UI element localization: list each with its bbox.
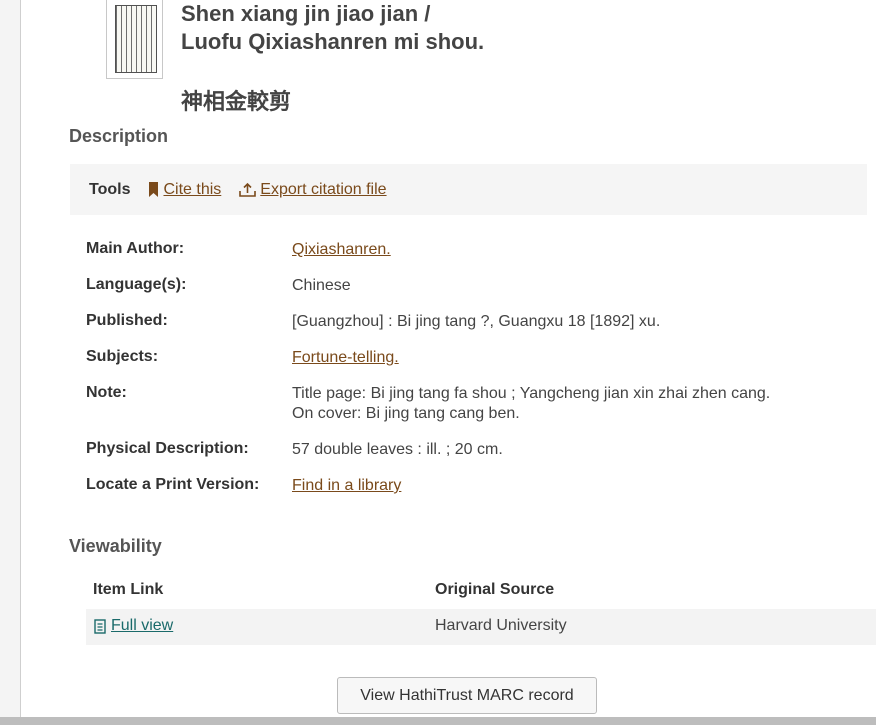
tools-bar: Tools Cite this Export citation file <box>70 164 867 215</box>
subjects-label: Subjects: <box>86 348 159 365</box>
physical-description-value: 57 double leaves : ill. ; 20 cm. <box>292 441 503 458</box>
cite-this-label: Cite this <box>163 180 222 198</box>
tools-label: Tools <box>89 180 131 198</box>
locate-print-label: Locate a Print Version: <box>86 476 260 493</box>
export-citation-link[interactable]: Export citation file <box>239 180 387 199</box>
meta-row-language: Language(s): Chinese <box>86 276 351 296</box>
export-citation-label: Export citation file <box>260 180 387 198</box>
record-title-cjk: 神相金較剪 <box>181 90 292 115</box>
description-heading: Description <box>69 126 169 146</box>
meta-row-note: Note: Title page: Bi jing tang fa shou ;… <box>86 384 770 424</box>
original-source-value: Harvard University <box>435 617 567 634</box>
published-value: [Guangzhou] : Bi jing tang ?, Guangxu 18… <box>292 313 661 330</box>
record-title-line-1: Shen xiang jin jiao jian / <box>181 1 431 26</box>
bookmark-icon <box>149 182 159 197</box>
original-source-column-header: Original Source <box>435 581 555 598</box>
subject-link[interactable]: Fortune-telling. <box>292 348 399 368</box>
viewability-heading: Viewability <box>69 536 162 556</box>
meta-row-published: Published: [Guangzhou] : Bi jing tang ?,… <box>86 312 660 332</box>
record-title-line-2: Luofu Qixiashanren mi shou. <box>181 29 485 54</box>
meta-row-locate: Locate a Print Version: Find in a librar… <box>86 476 401 496</box>
record-title: Shen xiang jin jiao jian / Luofu Qixiash… <box>181 0 484 56</box>
left-scroll-rail <box>0 0 21 725</box>
export-icon <box>239 182 257 197</box>
document-icon <box>94 618 106 634</box>
find-in-library-link[interactable]: Find in a library <box>292 476 401 496</box>
item-link-column-header: Item Link <box>93 581 164 598</box>
full-view-link[interactable]: Full view <box>94 617 173 635</box>
note-line-1: Title page: Bi jing tang fa shou ; Yangc… <box>292 385 771 402</box>
main-author-label: Main Author: <box>86 240 185 257</box>
book-cover-thumbnail[interactable] <box>106 0 163 79</box>
cite-this-link[interactable]: Cite this <box>148 181 221 199</box>
meta-row-main-author: Main Author: Qixiashanren. <box>86 240 391 260</box>
note-label: Note: <box>86 384 127 401</box>
note-value: Title page: Bi jing tang fa shou ; Yangc… <box>292 384 770 424</box>
physical-description-label: Physical Description: <box>86 440 249 457</box>
meta-row-physical: Physical Description: 57 double leaves :… <box>86 440 503 460</box>
language-label: Language(s): <box>86 276 187 293</box>
language-value: Chinese <box>292 277 351 294</box>
table-row: Full view Harvard University <box>86 609 876 645</box>
book-page-image <box>115 5 157 73</box>
published-label: Published: <box>86 312 168 329</box>
meta-row-subjects: Subjects: Fortune-telling. <box>86 348 399 368</box>
main-author-link[interactable]: Qixiashanren. <box>292 240 391 260</box>
note-line-2: On cover: Bi jing tang cang ben. <box>292 405 520 422</box>
view-marc-record-button[interactable]: View HathiTrust MARC record <box>337 677 597 714</box>
horizontal-scrollbar[interactable] <box>0 717 876 725</box>
full-view-label: Full view <box>111 617 174 634</box>
